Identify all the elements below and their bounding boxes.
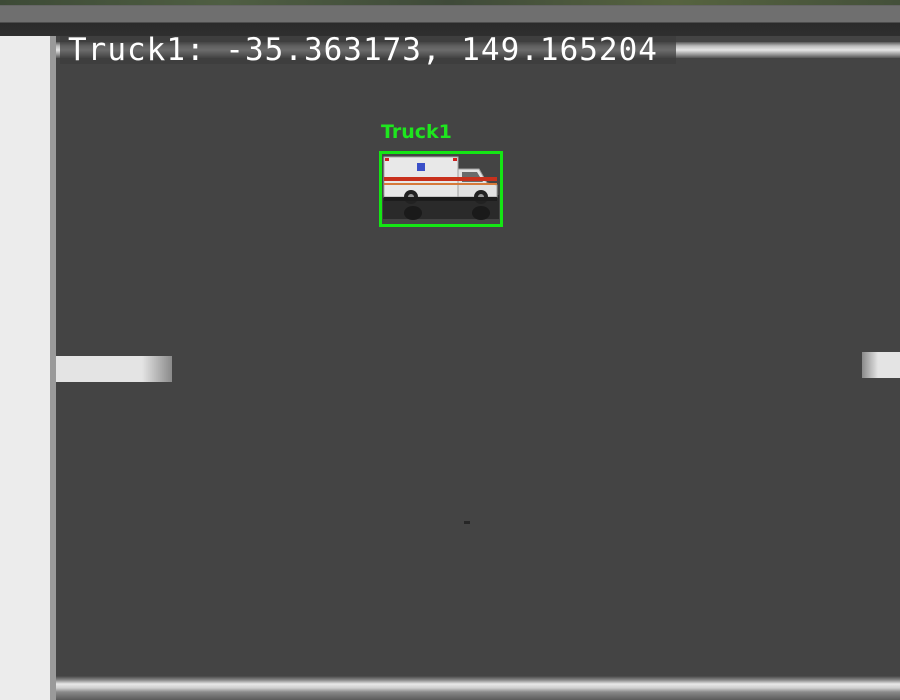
top-frame-band [0,0,900,36]
left-margin [0,36,50,700]
top-terrain-strip [0,0,900,5]
road-edge-bottom [56,676,900,700]
coordinate-readout: Truck1: -35.363173, 149.165204 [68,36,658,68]
lane-marking-left [56,356,172,382]
coordinate-overlay: Truck1: -35.363173, 149.165204 [60,36,676,68]
lane-marking-right [862,352,900,378]
video-feed-view[interactable]: Truck1: -35.363173, 149.165204 Truck1 [56,36,900,700]
detection-bounding-box[interactable] [379,151,503,227]
ground-speck [464,521,470,524]
detection-label: Truck1 [381,121,452,143]
